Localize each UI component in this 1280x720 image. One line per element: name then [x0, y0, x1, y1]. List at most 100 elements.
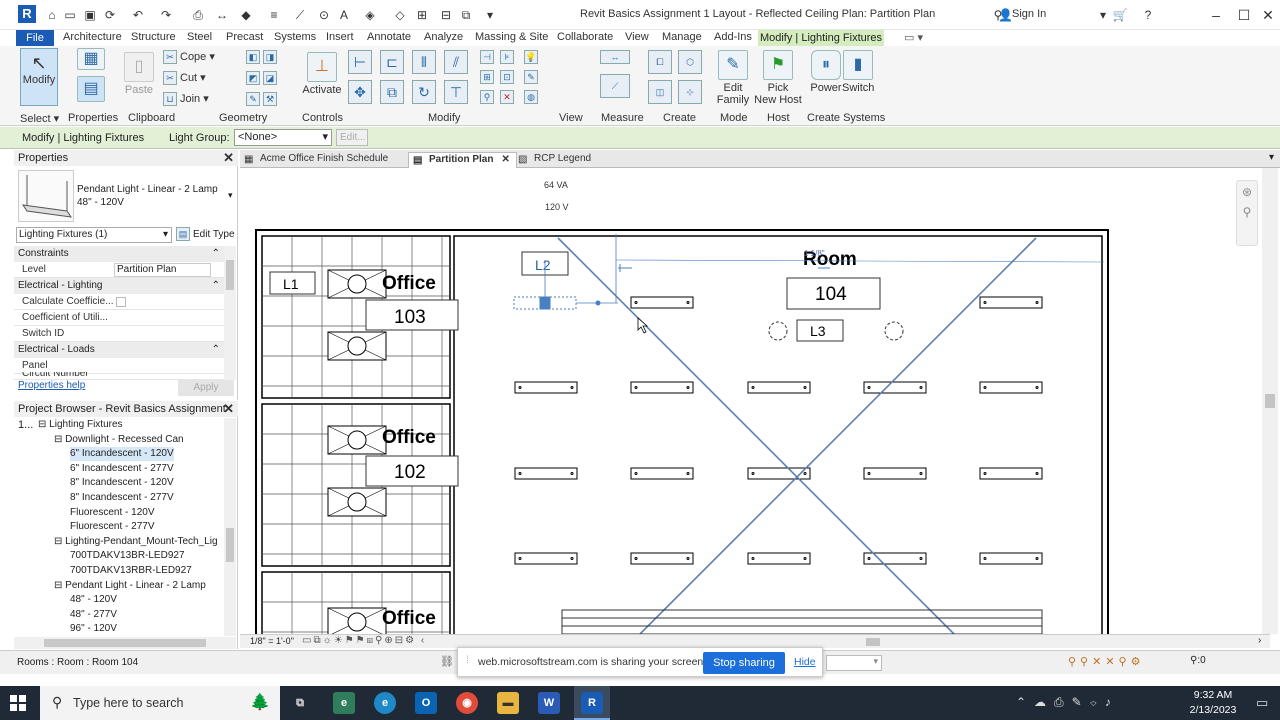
tab-structure[interactable]: Structure [131, 31, 176, 46]
browser-item[interactable]: 96" - 120V [70, 622, 117, 636]
override-icon[interactable]: ✎ [524, 70, 538, 84]
measure-between-icon[interactable]: ↔ [600, 50, 630, 64]
pin-icon[interactable]: ⚲ [480, 90, 494, 104]
dimension-icon[interactable]: ⟋ [292, 7, 308, 23]
activate-button[interactable]: ⊥ Activate [300, 52, 344, 96]
close-icon[interactable]: ✕ [223, 150, 234, 166]
level-field[interactable]: Partition Plan [114, 263, 211, 277]
user-icon[interactable]: 👤 [998, 7, 1013, 23]
cut-button[interactable]: ✂ Cut ▾ [163, 71, 206, 86]
undo-icon[interactable]: ↶ [130, 7, 146, 23]
qat-dropdown-icon[interactable]: ▾ [482, 7, 498, 23]
split-gap-icon[interactable]: ⊧ [500, 50, 514, 64]
close-button[interactable]: ✕ [1256, 4, 1280, 26]
calculate-checkbox[interactable] [116, 297, 126, 307]
mirror-draw-icon[interactable]: ⫽ [444, 50, 468, 74]
tag-by-category-icon[interactable]: ⊙ [316, 7, 332, 23]
navigation-bar[interactable]: ⊛ ⚲ [1236, 180, 1258, 246]
tree-toggle-icon[interactable]: ⊟ [54, 434, 65, 445]
tag-icon[interactable]: ◆ [238, 7, 254, 23]
browser-item[interactable]: 8" Incandescent - 120V [70, 476, 174, 490]
create-assembly-icon[interactable]: ◫ [648, 80, 672, 104]
view-tab-rcp-legend[interactable]: ▧ RCP Legend [514, 152, 597, 168]
clock-date[interactable]: 2/13/2023 [1182, 704, 1244, 716]
browser-item[interactable]: 6" Incandescent - 277V [70, 462, 174, 476]
properties-scrollbar[interactable] [224, 246, 236, 380]
scale-icon[interactable]: ⊡ [500, 70, 514, 84]
edge-icon[interactable]: e [374, 692, 396, 714]
tree-toggle-icon[interactable]: ⊟ [38, 419, 49, 430]
type-properties-button[interactable]: ▦ [74, 48, 108, 72]
create-similar-icon[interactable]: ⊹ [678, 80, 702, 104]
align-tool-icon[interactable]: ⊢ [348, 50, 372, 74]
group-electrical-loads[interactable]: Electrical - Loads ⌃ [14, 342, 224, 358]
sign-in-link[interactable]: Sign In [1012, 8, 1046, 20]
drawing-canvas[interactable]: 64 VA 120 V Office 103 Office 102 Office… [240, 168, 1260, 634]
task-view-icon[interactable]: ⧉ [289, 692, 311, 714]
tab-annotate[interactable]: Annotate [367, 31, 411, 46]
light-group-edit-button[interactable]: Edit... [336, 129, 368, 146]
browser-item[interactable]: ⊟ Lighting-Pendant_Mount-Tech_Lig [54, 535, 218, 549]
edit-family-button[interactable]: ✎ Edit Family [714, 50, 752, 106]
tab-add-ins[interactable]: Add-Ins [714, 31, 752, 46]
array-icon[interactable]: ⊞ [480, 70, 494, 84]
instance-filter-select[interactable]: Lighting Fixtures (1) ▾ [16, 227, 172, 243]
taskbar-search[interactable]: ⚲ Type here to search 🌲 [40, 686, 280, 720]
outlook-icon[interactable]: O [415, 692, 437, 714]
scale-label[interactable]: 1/8" = 1'-0" [250, 636, 294, 646]
rcp-drawing[interactable]: 64 VA 120 V Office 103 Office 102 Office… [240, 168, 1260, 634]
trim-tool-icon[interactable]: ⊤ [444, 80, 468, 104]
cart-icon[interactable]: 🛒 [1112, 7, 1128, 23]
close-hidden-icon[interactable]: ⊟ [438, 7, 454, 23]
rotate-tool-icon[interactable]: ↻ [412, 80, 436, 104]
section-icon[interactable]: ◇ [392, 7, 408, 23]
split-icon[interactable]: ⊣ [480, 50, 494, 64]
tab-systems[interactable]: Systems [274, 31, 316, 46]
view-control-icons[interactable]: ▭⧉☼☀⚑⚑⧆⚲⊕⊟⚙ ‹ [302, 635, 426, 646]
open-icon[interactable]: ⌂ [44, 7, 60, 23]
select-panel-dropdown[interactable]: Select ▾ [20, 112, 59, 125]
power-button[interactable]: ⏸ Power [810, 50, 842, 94]
edge-dev-icon[interactable]: e [333, 692, 355, 714]
view-tab-finish-schedule[interactable]: ▦ Acme Office Finish Schedule [240, 152, 394, 168]
browser-item[interactable]: ⊟ Lighting Fixtures [38, 418, 123, 432]
tab-view[interactable]: View [625, 31, 649, 46]
view-tabs-dropdown-icon[interactable]: ▾ [1269, 152, 1274, 163]
pick-new-host-button[interactable]: ⚑ Pick New Host [754, 50, 802, 106]
selection-filter-icons[interactable]: ⚲⚲✕✕⚲⚙ [1068, 655, 1144, 668]
filter-count-icon[interactable]: ⚲:0 [1190, 655, 1206, 666]
copy-tool-icon[interactable]: ⧉ [380, 80, 404, 104]
text-icon[interactable]: A [336, 7, 352, 23]
browser-scrollbar[interactable] [224, 418, 236, 636]
worksharing-icon[interactable]: ⛓ [440, 655, 454, 668]
join-button[interactable]: ⊔ Join ▾ [163, 92, 209, 107]
create-group-icon[interactable]: ⬡ [678, 50, 702, 74]
windows-start-icon[interactable] [10, 695, 26, 711]
sync-icon[interactable]: ⟳ [102, 7, 118, 23]
tab-massing-site[interactable]: Massing & Site [475, 31, 548, 46]
view-tab-partition-plan[interactable]: ▤ Partition Plan ✕ [408, 152, 517, 168]
close-icon[interactable]: ✕ [501, 154, 509, 165]
drag-handle-icon[interactable]: ⁞ [466, 655, 469, 666]
browser-hscrollbar[interactable] [14, 637, 236, 649]
chrome-icon[interactable]: ◉ [456, 692, 478, 714]
redo-icon[interactable]: ↷ [158, 7, 174, 23]
notifications-icon[interactable]: ▭ [1256, 695, 1268, 711]
properties-button[interactable]: ▤ [74, 76, 108, 104]
3d-view-icon[interactable]: ◈ [362, 7, 378, 23]
modify-button[interactable]: ↖ Modify [20, 48, 58, 106]
tab-steel[interactable]: Steel [187, 31, 212, 46]
tab-file[interactable]: File [16, 30, 54, 46]
hide-link[interactable]: Hide [794, 656, 816, 668]
revit-logo-icon[interactable]: R [18, 5, 36, 23]
tab-analyze[interactable]: Analyze [424, 31, 463, 46]
tab-modify-lighting-fixtures[interactable]: Modify | Lighting Fixtures [758, 30, 884, 46]
thin-lines-icon[interactable]: ⊞ [414, 7, 430, 23]
canvas-hscrollbar[interactable] [504, 638, 1234, 646]
tab-manage[interactable]: Manage [662, 31, 702, 46]
word-icon[interactable]: W [538, 692, 560, 714]
save-icon[interactable]: ▣ [82, 7, 98, 23]
move-tool-icon[interactable]: ✥ [348, 80, 372, 104]
create-part-icon[interactable]: ⧠ [648, 50, 672, 74]
tab-overflow-icon[interactable]: ▭ ▾ [904, 31, 923, 46]
